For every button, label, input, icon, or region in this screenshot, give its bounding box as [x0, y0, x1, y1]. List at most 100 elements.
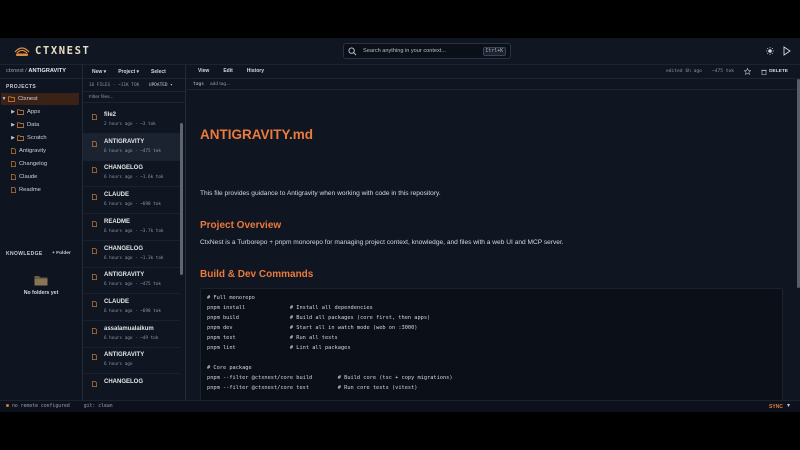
file-list-item[interactable]: CHANGELOG 6 hours ago · ~1.3k tok	[83, 241, 180, 268]
sidebar-item-readme[interactable]: Readme	[1, 184, 79, 196]
file-icon	[11, 174, 16, 180]
file-name: ANTIGRAVITY	[104, 352, 145, 359]
file-icon	[92, 194, 97, 200]
code-line: pnpm --filter @ctxnest/core test # Run c…	[207, 385, 418, 391]
file-list-item[interactable]: CHANGELOG 6 hours ago · ~1.6k tok	[83, 160, 180, 188]
file-icon	[92, 140, 97, 147]
sidebar-item-ctxnest[interactable]: ▼ Ctxnest	[1, 93, 79, 105]
search-icon	[348, 46, 357, 55]
file-meta: 6 hours ago · ~698 tok	[104, 308, 161, 314]
code-line: pnpm lint # Lint all packages	[207, 345, 351, 351]
code-line: pnpm build # Build all packages (core fi…	[207, 315, 431, 321]
chevron-down-icon[interactable]: ▼	[1, 96, 7, 102]
token-count: ~475 tok	[711, 69, 735, 74]
file-list-item[interactable]: assalamualaikum 6 hours ago · ~49 tok	[83, 321, 180, 348]
file-icon	[92, 167, 97, 174]
tab-edit[interactable]: Edit	[223, 68, 232, 74]
sidebar-item-scratch[interactable]: ▶ Scratch	[1, 132, 79, 144]
sidebar-item-label: Scratch	[27, 135, 47, 141]
search-box[interactable]: Search anything in your context... Ctrl+…	[343, 43, 511, 59]
sidebar-item-label: Ctxnest	[18, 96, 38, 102]
file-name: ANTIGRAVITY	[104, 138, 145, 145]
file-list-item[interactable]: ANTIGRAVITY 6 hours ago · ~475 tok	[83, 133, 180, 161]
breadcrumb-root[interactable]: ctxnest	[6, 68, 24, 74]
logo-icon	[14, 47, 30, 56]
folder-icon	[17, 135, 24, 141]
project-button[interactable]: Project ▾	[118, 69, 139, 75]
trash-icon	[761, 69, 767, 75]
add-folder-button[interactable]: + Folder	[52, 251, 71, 256]
file-list-item[interactable]: file2 2 hours ago · ~3 tok	[83, 107, 180, 134]
code-line: pnpm test # Run all tests	[207, 335, 338, 341]
search-placeholder: Search anything in your context...	[363, 48, 447, 54]
file-name: CHANGELOG	[104, 245, 143, 252]
file-name: ANTIGRAVITY	[104, 272, 145, 279]
file-list-toolbar: New ▾ Project ▾ Select	[82, 65, 184, 79]
sidebar-item-apps[interactable]: ▶ Apps	[1, 106, 79, 118]
chevron-right-icon[interactable]: ▶	[10, 122, 16, 128]
delete-button[interactable]: DELETE	[761, 69, 788, 75]
document-pane: tags add tag... ANTIGRAVITY.md This file…	[186, 79, 800, 400]
file-name: file2	[104, 112, 117, 118]
file-list-scrollbar[interactable]	[180, 123, 183, 275]
file-list-item[interactable]: CLAUDE 6 hours ago · ~698 tok	[83, 294, 180, 321]
star-icon[interactable]	[744, 68, 752, 75]
sidebar-item-changelog[interactable]: Changelog	[1, 158, 79, 170]
file-list-item[interactable]: README 6 hours ago · ~3.7k tok	[83, 214, 180, 241]
empty-knowledge-text: No folders yet	[23, 290, 59, 296]
status-dot-icon	[6, 404, 9, 407]
top-bar: CTXNEST Search anything in your context.…	[0, 38, 800, 65]
sidebar-item-label: Claude	[19, 174, 38, 180]
file-meta: 6 hours ago	[104, 362, 133, 368]
app-name: CTXNEST	[35, 45, 91, 57]
add-tag-input[interactable]: add tag...	[210, 82, 230, 87]
menu-icon[interactable]	[783, 46, 791, 56]
file-icon	[92, 354, 97, 361]
file-list-item[interactable]: ANTIGRAVITY 6 hours ago	[83, 347, 180, 375]
file-icon	[11, 148, 16, 154]
sidebar: PROJECTS ▼ Ctxnest ▶ Apps ▶ Data ▶ Scrat…	[0, 79, 82, 400]
sidebar-item-data[interactable]: ▶ Data	[1, 119, 79, 131]
file-meta: 6 hours ago · ~475 tok	[104, 148, 161, 154]
file-name: assalamualaikum	[104, 325, 154, 332]
chevron-right-icon[interactable]: ▶	[10, 109, 16, 115]
file-list-item[interactable]: ANTIGRAVITY 6 hours ago · ~475 tok	[83, 267, 180, 295]
folder-icon	[8, 96, 15, 102]
new-button[interactable]: New ▾	[92, 69, 106, 75]
sidebar-item-antigravity[interactable]: Antigravity	[1, 145, 79, 157]
editor-toolbar: View Edit History edited 6h ago ~475 tok…	[186, 65, 800, 79]
logo[interactable]: CTXNEST	[14, 45, 90, 57]
filter-input[interactable]: Filter files...	[83, 92, 185, 103]
file-icon	[11, 187, 16, 193]
tab-view[interactable]: View	[198, 68, 209, 74]
folder-icon	[17, 122, 24, 128]
file-list-item[interactable]: CLAUDE 6 hours ago · ~698 tok	[83, 187, 180, 215]
file-icon	[92, 300, 97, 307]
document-title: ANTIGRAVITY.md	[200, 127, 314, 142]
sidebar-item-claude[interactable]: Claude	[1, 171, 79, 183]
file-meta: 6 hours ago · ~698 tok	[104, 202, 161, 208]
file-list-item[interactable]: CHANGELOG	[83, 374, 180, 401]
chevron-right-icon[interactable]: ▶	[10, 135, 16, 141]
select-button[interactable]: Select	[151, 69, 166, 75]
sun-icon[interactable]	[766, 47, 774, 55]
app-window: CTXNEST Search anything in your context.…	[0, 38, 800, 412]
code-line: # Full monorepo	[207, 295, 255, 301]
breadcrumb: ctxnest / ANTIGRAVITY	[6, 68, 66, 74]
file-meta: 6 hours ago · ~1.6k tok	[104, 175, 164, 181]
section-heading: Project Overview	[200, 220, 282, 231]
sort-dropdown[interactable]: UPDATED ▾	[149, 83, 173, 88]
folder-open-icon	[34, 276, 48, 286]
search-shortcut: Ctrl+K	[482, 46, 506, 56]
file-icon	[92, 274, 97, 281]
file-list-header: 16 FILES · ~11K TOK UPDATED ▾	[83, 79, 185, 92]
code-line: pnpm dev # Start all in watch mode (web …	[207, 325, 418, 331]
file-icon	[92, 381, 97, 387]
sync-menu-button[interactable]: ▾	[787, 402, 790, 409]
sidebar-item-label: Data	[27, 122, 40, 128]
tab-history[interactable]: History	[247, 68, 264, 74]
file-meta: 6 hours ago · ~475 tok	[104, 282, 161, 288]
sync-button[interactable]: SYNC	[769, 404, 783, 410]
projects-title: PROJECTS	[6, 84, 37, 90]
sidebar-item-label: Changelog	[19, 161, 48, 167]
